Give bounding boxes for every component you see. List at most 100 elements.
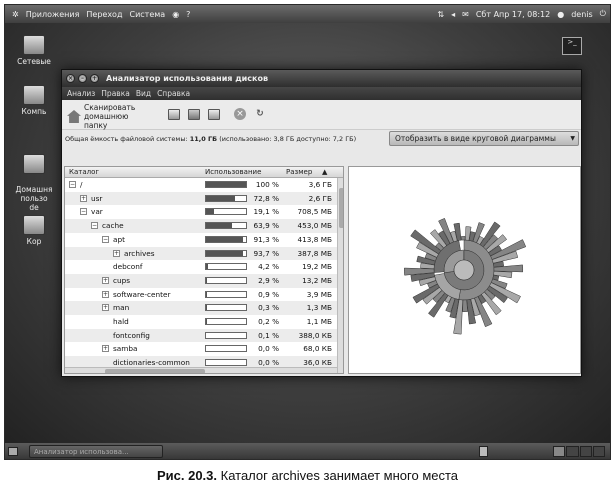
workspace-3[interactable] <box>579 446 592 457</box>
ring-chart-panel[interactable] <box>348 166 581 374</box>
toolbar: Сканировать домашнюю папку × ↻ <box>62 100 581 130</box>
minimize-icon[interactable]: – <box>78 74 87 83</box>
workspace-switcher[interactable] <box>553 446 605 457</box>
row-percent: 72,8 % <box>253 193 280 203</box>
volume-icon[interactable]: ◂ <box>451 10 455 19</box>
ring-segment[interactable] <box>462 299 468 312</box>
taskbar-item-label: Анализатор использова... <box>34 448 129 456</box>
collapse-icon[interactable]: − <box>91 222 98 230</box>
show-desktop-icon[interactable] <box>8 447 18 456</box>
ubuntu-logo-icon[interactable]: ✲ <box>12 10 19 19</box>
scan-remote-icon[interactable] <box>208 109 220 120</box>
close-icon[interactable]: × <box>66 74 75 83</box>
workspace-2[interactable] <box>566 446 579 457</box>
scan-folder-icon[interactable] <box>188 109 200 120</box>
workspace-4[interactable] <box>592 446 605 457</box>
row-size: 388,0 КБ <box>298 330 332 340</box>
titlebar: × – + Анализатор использования дисков <box>62 70 581 87</box>
usage-bar-fill <box>206 236 243 242</box>
desktop-icon-trash[interactable]: Кор <box>5 215 63 246</box>
expand-icon[interactable]: + <box>113 249 120 257</box>
row-size: 68,0 КБ <box>303 344 332 354</box>
expand-icon[interactable]: + <box>102 345 109 353</box>
collapse-icon[interactable]: − <box>80 208 87 216</box>
desktop-icon-label: Домашня пользо de <box>15 185 53 212</box>
desktop-icon-label: Кор <box>26 237 42 246</box>
trash-icon[interactable] <box>479 446 488 457</box>
tree-row[interactable]: + cups 2,9 % 13,2 МБ <box>65 273 337 288</box>
workspace-1[interactable] <box>553 446 566 457</box>
row-percent: 4,2 % <box>258 262 279 272</box>
chevron-down-icon: ▼ <box>570 135 575 142</box>
row-percent: 91,3 % <box>253 234 280 244</box>
maximize-icon[interactable]: + <box>90 74 99 83</box>
usage-bar <box>205 263 247 271</box>
clock[interactable]: Сбт Апр 17, 08:12 <box>476 10 550 19</box>
menu-places[interactable]: Переход <box>86 10 122 19</box>
usage-bar-fill <box>206 250 244 256</box>
column-folder[interactable]: Каталог <box>69 168 99 176</box>
column-size[interactable]: Размер <box>286 168 312 176</box>
tree-row[interactable]: − var 19,1 % 708,5 МБ <box>65 205 337 219</box>
refresh-icon[interactable]: ↻ <box>254 108 266 120</box>
menu-help[interactable]: Справка <box>157 89 190 98</box>
capacity-text: Общая ёмкость файловой системы: 11,0 ГБ … <box>65 135 356 143</box>
user-icon[interactable]: ● <box>557 10 564 19</box>
tree-row[interactable]: + software-center 0,9 % 3,9 МБ <box>65 288 337 302</box>
row-size: 387,8 МБ <box>297 248 332 258</box>
menu-analyze[interactable]: Анализ <box>67 89 95 98</box>
row-name: man <box>113 303 130 313</box>
horizontal-scrollbar[interactable] <box>65 367 337 373</box>
power-icon[interactable]: ⏻ <box>600 9 606 19</box>
tree-row[interactable]: fontconfig 0,1 % 388,0 КБ <box>65 328 337 343</box>
expand-icon[interactable]: + <box>102 304 109 312</box>
terminal-icon[interactable]: >_ <box>562 37 582 55</box>
sort-up-icon: ▲ <box>322 168 328 176</box>
tree-row[interactable]: + samba 0,0 % 68,0 КБ <box>65 342 337 356</box>
row-size: 1,1 МБ <box>306 317 332 326</box>
desktop-icon-computer[interactable]: Компь <box>5 85 63 116</box>
desktop-icon-home[interactable]: Домашня пользо de <box>5 145 63 212</box>
menu-view[interactable]: Вид <box>136 89 151 98</box>
tree-row[interactable]: −/ 100 % 3,6 ГБ <box>65 178 337 192</box>
usage-bar <box>205 276 247 284</box>
tree-row[interactable]: − cache 63,9 % 453,0 МБ <box>65 219 337 233</box>
menu-system[interactable]: Система <box>129 10 165 19</box>
expand-icon[interactable]: + <box>102 290 109 298</box>
column-usage[interactable]: Использование <box>205 168 261 176</box>
menu-applications[interactable]: Приложения <box>26 10 80 19</box>
expand-icon[interactable]: + <box>102 276 109 284</box>
collapse-icon[interactable]: − <box>69 181 76 188</box>
tree-row[interactable]: + archives 93,7 % 387,8 МБ <box>65 246 337 261</box>
ring-center[interactable] <box>453 259 475 281</box>
expand-icon[interactable]: + <box>80 194 87 202</box>
taskbar-item[interactable]: Анализатор использова... <box>29 445 163 458</box>
tree-header: Каталог Использование Размер ▲ <box>65 167 343 178</box>
desktop-icon-network[interactable]: Сетевые <box>5 35 63 66</box>
tree-row[interactable]: debconf 4,2 % 19,2 МБ <box>65 260 337 274</box>
browser-icon[interactable]: ◉ <box>172 10 179 19</box>
view-mode-combo[interactable]: Отобразить в виде круговой диаграммы ▼ <box>389 131 579 146</box>
tree-row[interactable]: + usr 72,8 % 2,6 ГБ <box>65 191 337 206</box>
vertical-scrollbar[interactable] <box>337 178 343 373</box>
stop-icon[interactable]: × <box>234 108 246 120</box>
help-icon[interactable]: ? <box>186 10 190 19</box>
scroll-thumb[interactable] <box>339 188 343 228</box>
scroll-thumb[interactable] <box>105 369 205 373</box>
tree-row[interactable]: − apt 91,3 % 413,8 МБ <box>65 233 337 247</box>
usage-bar-fill <box>206 182 246 187</box>
tree-row[interactable]: + man 0,3 % 1,3 МБ <box>65 301 337 315</box>
menu-edit[interactable]: Правка <box>101 89 130 98</box>
ring-segment[interactable] <box>460 236 466 241</box>
username[interactable]: denis <box>571 10 592 19</box>
network-icon[interactable]: ⇅ <box>437 10 444 19</box>
row-percent: 0,0 % <box>258 344 279 354</box>
collapse-icon[interactable]: − <box>102 235 109 243</box>
ring-chart[interactable] <box>349 167 580 373</box>
row-name: dictionaries-common <box>113 358 190 368</box>
scan-filesystem-icon[interactable] <box>168 109 180 120</box>
scan-home-button[interactable]: Сканировать домашнюю папку <box>67 103 150 130</box>
tree-row[interactable]: hald 0,2 % 1,1 МБ <box>65 315 337 329</box>
mail-icon[interactable]: ✉ <box>462 10 469 19</box>
row-percent: 2,9 % <box>258 275 279 285</box>
